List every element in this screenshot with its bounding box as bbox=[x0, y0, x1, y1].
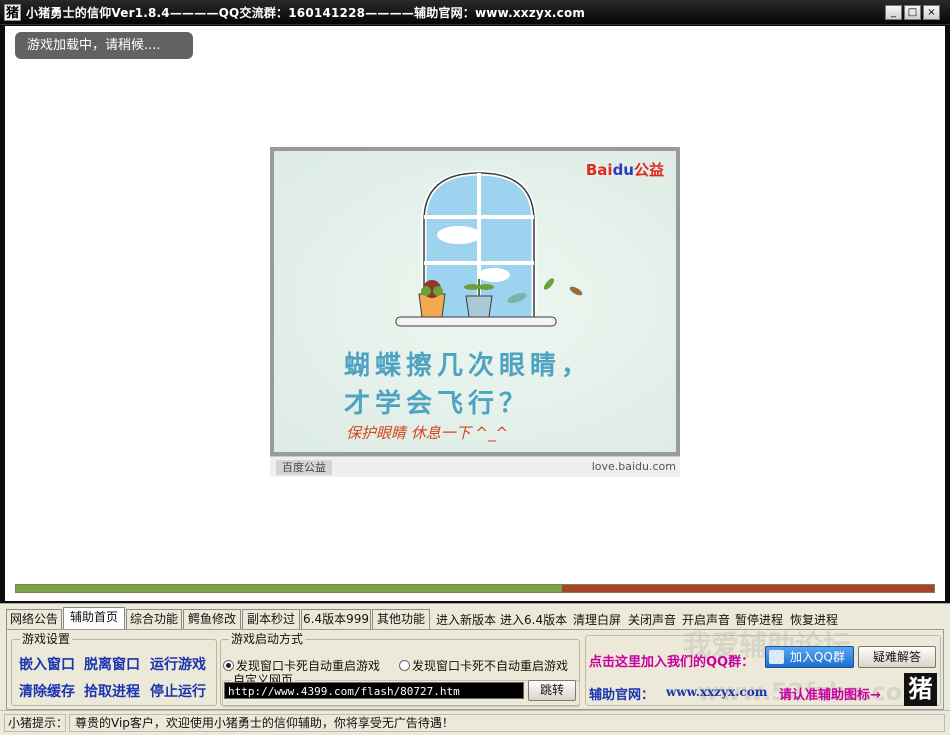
auto-restart-radio[interactable]: 发现窗口卡死自动重启游戏 bbox=[223, 657, 380, 674]
tab-other[interactable]: 其他功能 bbox=[372, 609, 430, 629]
pick-process-button[interactable]: 拾取进程 bbox=[84, 681, 140, 701]
faq-button[interactable]: 疑难解答 bbox=[858, 646, 936, 668]
link-mute[interactable]: 关闭声音 bbox=[628, 611, 676, 628]
ad-footer: 百度公益 love.baidu.com bbox=[270, 456, 680, 477]
maximize-button[interactable]: □ bbox=[904, 5, 921, 20]
ad-image: Baidu公益 蝴蝶擦几次眼睛， 才学会飞行？ 保护眼睛 休息一下 ^_^ bbox=[274, 151, 676, 452]
window-title: 小猪勇士的信仰Ver1.8.4————QQ交流群：160141228————辅助… bbox=[26, 6, 586, 20]
link-clear-white[interactable]: 清理白屏 bbox=[573, 611, 621, 628]
site-url-link[interactable]: www.xxzyx.com bbox=[666, 685, 767, 699]
embed-window-button[interactable]: 嵌入窗口 bbox=[19, 654, 75, 674]
ad-line-2: 才学会飞行？ bbox=[344, 389, 531, 419]
recognize-icon-text: 请认准辅助图标→ bbox=[779, 688, 881, 703]
launch-mode-title: 游戏启动方式 bbox=[229, 632, 306, 646]
support-group: 点击这里加入我们的QQ群： 加入QQ群 疑难解答 辅助官网： www.xxzyx… bbox=[585, 635, 941, 706]
loading-message: 游戏加载中，请稍候.... bbox=[15, 32, 193, 59]
pig-app-icon: 猪 bbox=[4, 4, 21, 21]
detach-window-button[interactable]: 脱离窗口 bbox=[84, 654, 140, 674]
baidu-ad[interactable]: Baidu公益 蝴蝶擦几次眼睛， 才学会飞行？ 保护眼睛 休息一下 ^_^ 百度… bbox=[270, 147, 680, 477]
logo-suffix: 公益 bbox=[633, 161, 664, 179]
title-bar[interactable]: 猪 小猪勇士的信仰Ver1.8.4————QQ交流群：160141228————… bbox=[0, 0, 950, 25]
baidu-charity-url[interactable]: love.baidu.com bbox=[592, 460, 676, 473]
link-v64[interactable]: 进入6.4版本 bbox=[500, 611, 567, 628]
pig-logo-icon: 猪 bbox=[904, 673, 937, 706]
minimize-button[interactable]: _ bbox=[885, 5, 902, 20]
tab-v64-999[interactable]: 6.4版本999 bbox=[301, 609, 371, 629]
qq-users-icon bbox=[769, 650, 784, 664]
ad-line-1: 蝴蝶擦几次眼睛， bbox=[344, 351, 593, 381]
baidu-charity-label: 百度公益 bbox=[276, 460, 332, 475]
ad-slogan: 保护眼睛 休息一下 ^_^ bbox=[346, 424, 509, 442]
site-label: 辅助官网： bbox=[589, 688, 655, 703]
clear-cache-button[interactable]: 清除缓存 bbox=[19, 681, 75, 701]
auto-restart-label: 发现窗口卡死自动重启游戏 bbox=[236, 659, 381, 673]
tab-general[interactable]: 综合功能 bbox=[126, 609, 182, 629]
tab-network-notice[interactable]: 网络公告 bbox=[6, 609, 62, 629]
status-label: 小猪提示： bbox=[4, 714, 68, 732]
game-browser-area[interactable]: 游戏加载中，请稍候.... Baidu公益 蝴蝶擦几次眼睛， 才学会飞行？ 保护… bbox=[5, 26, 945, 601]
custom-url-input[interactable]: http://www.4399.com/flash/80727.htm bbox=[224, 682, 524, 699]
tab-dungeon[interactable]: 副本秒过 bbox=[242, 609, 300, 629]
close-button[interactable]: × bbox=[923, 5, 940, 20]
game-settings-group: 游戏设置 嵌入窗口 脱离窗口 运行游戏 清除缓存 拾取进程 停止运行 bbox=[11, 632, 217, 706]
game-settings-title: 游戏设置 bbox=[20, 632, 73, 646]
progress-fill bbox=[16, 585, 563, 592]
link-new-version[interactable]: 进入新版本 bbox=[436, 611, 496, 628]
join-qq-group-button[interactable]: 加入QQ群 bbox=[765, 646, 854, 668]
status-bar: 小猪提示： 尊贵的Vip客户，欢迎使用小猪勇士的信仰辅助，你将享受无广告待遇！ bbox=[0, 710, 950, 735]
go-button[interactable]: 跳转 bbox=[528, 680, 576, 701]
no-auto-restart-label: 发现窗口卡死不自动重启游戏 bbox=[412, 659, 569, 673]
ad-frame: Baidu公益 蝴蝶擦几次眼睛， 才学会飞行？ 保护眼睛 休息一下 ^_^ bbox=[270, 147, 680, 456]
run-game-button[interactable]: 运行游戏 bbox=[150, 654, 206, 674]
radio-checked-icon bbox=[223, 660, 234, 671]
logo-bai: Bai bbox=[585, 161, 613, 179]
tab-crocodile[interactable]: 鳄鱼修改 bbox=[183, 609, 241, 629]
join-qq-group-label: 加入QQ群 bbox=[790, 650, 845, 664]
logo-du: du bbox=[612, 161, 634, 179]
radio-unchecked-icon bbox=[399, 660, 410, 671]
baidu-logo: Baidu公益 bbox=[586, 159, 664, 180]
stop-running-button[interactable]: 停止运行 bbox=[150, 681, 206, 701]
no-auto-restart-radio[interactable]: 发现窗口卡死不自动重启游戏 bbox=[399, 657, 568, 674]
status-message: 尊贵的Vip客户，欢迎使用小猪勇士的信仰辅助，你将享受无广告待遇！ bbox=[69, 714, 945, 732]
join-qq-text[interactable]: 点击这里加入我们的QQ群： bbox=[589, 651, 754, 670]
loading-progress-bar bbox=[15, 584, 935, 593]
tab-home[interactable]: 辅助首页 bbox=[63, 607, 125, 630]
